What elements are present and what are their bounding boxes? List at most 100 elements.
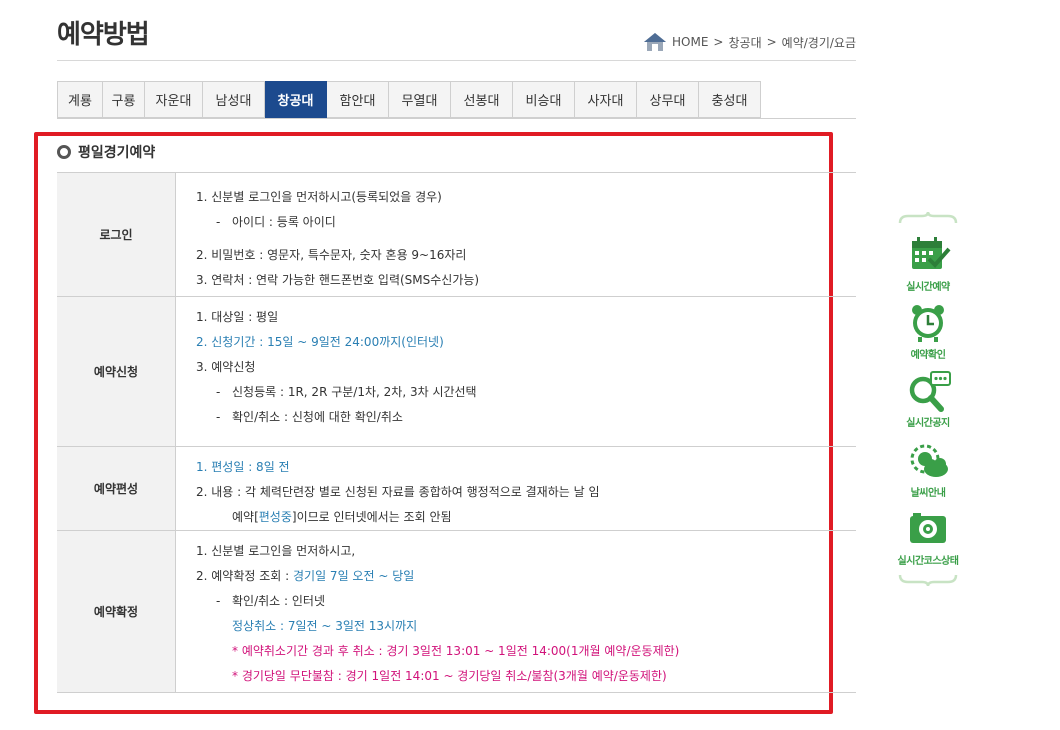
tab-3[interactable]: 자운대 bbox=[145, 81, 203, 118]
content-line: 정상취소 : 7일전 ~ 3일전 13시까지 bbox=[196, 614, 856, 639]
quick-weather-info[interactable]: 날씨안내 bbox=[888, 440, 968, 499]
tab-5[interactable]: 창공대 bbox=[265, 81, 327, 118]
line-text: 1. 대상일 : 평일 bbox=[196, 310, 279, 324]
content-line: 2. 신청기간 : 15일 ~ 9일전 24:00까지(인터넷) bbox=[196, 330, 856, 355]
line-text: 1. 신분별 로그인을 먼저하시고(등록되었을 경우) bbox=[196, 190, 442, 204]
tab-1[interactable]: 계룡 bbox=[57, 81, 103, 118]
dash-marker: - bbox=[216, 410, 221, 424]
content-line: 1. 신분별 로그인을 먼저하시고, bbox=[196, 539, 856, 564]
tab-2[interactable]: 구룡 bbox=[103, 81, 145, 118]
content-line: 3. 예약신청 bbox=[196, 355, 856, 380]
line-highlight: 경기일 7일 오전 ~ 당일 bbox=[293, 569, 415, 583]
quick-menu: 실시간예약 예약확인 실시간공지 날씨안내 실시간코스상태 bbox=[888, 212, 968, 587]
breadcrumb-separator: > bbox=[713, 35, 724, 49]
tab-12[interactable]: 충성대 bbox=[699, 81, 761, 118]
line-text: 확인/취소 : 인터넷 bbox=[232, 594, 325, 608]
row-content: 1. 신분별 로그인을 먼저하시고(등록되었을 경우) - 아이디 : 등록 아이디… bbox=[176, 173, 856, 296]
alarm-clock-icon bbox=[912, 305, 944, 342]
line-text: * 예약취소기간 경과 후 취소 : 경기 3일전 13:01 ~ 1일전 14… bbox=[232, 644, 680, 658]
row-label: 예약확정 bbox=[57, 531, 176, 692]
row-content: 1. 대상일 : 평일 2. 신청기간 : 15일 ~ 9일전 24:00까지(인… bbox=[176, 297, 856, 446]
quick-label: 실시간코스상태 bbox=[897, 556, 959, 567]
home-icon[interactable] bbox=[642, 31, 668, 53]
tab-9[interactable]: 비승대 bbox=[513, 81, 575, 118]
course-tabs: 계룡 구룡 자운대 남성대 창공대 함안대 무열대 선봉대 비승대 사자대 상무대 충성대 bbox=[57, 81, 856, 119]
line-text: 정상취소 : 7일전 ~ 3일전 13시까지 bbox=[232, 619, 418, 633]
content-line: 1. 대상일 : 평일 bbox=[196, 305, 856, 330]
content-line: - 아이디 : 등록 아이디 bbox=[196, 210, 856, 235]
tab-6[interactable]: 함안대 bbox=[327, 81, 389, 118]
breadcrumb-separator: > bbox=[766, 35, 777, 49]
tab-8[interactable]: 선봉대 bbox=[451, 81, 513, 118]
dash-marker: - bbox=[216, 215, 221, 229]
weather-cloud-icon bbox=[910, 444, 948, 477]
breadcrumb-level2: 예약/경기/요금 bbox=[781, 35, 856, 50]
content-line: 1. 신분별 로그인을 먼저하시고(등록되었을 경우) bbox=[196, 185, 856, 210]
table-row: 예약편성 1. 편성일 : 8일 전 2. 내용 : 각 체력단련장 별로 신청된 … bbox=[57, 447, 856, 531]
line-text: 2. 비밀번호 : 영문자, 특수문자, 숫자 혼용 9~16자리 bbox=[196, 248, 467, 262]
line-text: 2. 예약확정 조회 : bbox=[196, 569, 293, 583]
content-line: - 확인/취소 : 인터넷 bbox=[196, 589, 856, 614]
quick-label: 예약확인 bbox=[910, 350, 946, 361]
title-divider bbox=[57, 60, 856, 61]
content-line: - 신청등록 : 1R, 2R 구분/1차, 2차, 3차 시간선택 bbox=[196, 380, 856, 405]
tab-7[interactable]: 무열대 bbox=[389, 81, 451, 118]
table-row: 로그인 1. 신분별 로그인을 먼저하시고(등록되었을 경우) - 아이디 : 등록 … bbox=[57, 173, 856, 297]
camera-icon bbox=[910, 513, 946, 543]
line-text: * 경기당일 무단불참 : 경기 1일전 14:01 ~ 경기당일 취소/불참(… bbox=[232, 669, 667, 683]
content-line: * 경기당일 무단불참 : 경기 1일전 14:01 ~ 경기당일 취소/불참(… bbox=[196, 664, 856, 689]
circle-bullet-icon bbox=[57, 145, 71, 159]
line-text: 2. 내용 : 각 체력단련장 별로 신청된 자료를 종합하여 행정적으로 결재… bbox=[196, 485, 600, 499]
table-row: 예약신청 1. 대상일 : 평일 2. 신청기간 : 15일 ~ 9일전 24:00… bbox=[57, 297, 856, 447]
row-label: 로그인 bbox=[57, 173, 176, 296]
breadcrumb: HOME > 창공대 > 예약/경기/요금 bbox=[620, 28, 856, 56]
tab-11[interactable]: 상무대 bbox=[637, 81, 699, 118]
tab-10[interactable]: 사자대 bbox=[575, 81, 637, 118]
page-title: 예약방법 bbox=[57, 20, 150, 50]
dash-marker: - bbox=[216, 385, 221, 399]
calendar-check-icon bbox=[912, 237, 951, 269]
line-text: 확인/취소 : 신청에 대한 확인/취소 bbox=[232, 410, 403, 424]
content-line: 2. 예약확정 조회 : 경기일 7일 오전 ~ 당일 bbox=[196, 564, 856, 589]
dash-marker: - bbox=[216, 594, 221, 608]
line-highlight: 편성중 bbox=[258, 510, 292, 524]
row-label: 예약신청 bbox=[57, 297, 176, 446]
line-text: 예약[ bbox=[232, 510, 259, 524]
row-label: 예약편성 bbox=[57, 447, 176, 530]
content-line: 예약[편성중]이므로 인터넷에서는 조회 안됨 bbox=[196, 505, 856, 530]
breadcrumb-level1[interactable]: 창공대 bbox=[728, 34, 761, 51]
bracket-top-icon bbox=[898, 212, 958, 224]
content-line: 3. 연락처 : 연락 가능한 핸드폰번호 입력(SMS수신가능) bbox=[196, 268, 856, 293]
bracket-bottom-icon bbox=[898, 574, 958, 586]
quick-label: 실시간예약 bbox=[906, 282, 950, 293]
quick-label: 실시간공지 bbox=[906, 418, 950, 429]
line-text: 아이디 : 등록 아이디 bbox=[232, 215, 336, 229]
content-line: 1. 편성일 : 8일 전 bbox=[196, 455, 856, 480]
line-text: 1. 신분별 로그인을 먼저하시고, bbox=[196, 544, 356, 558]
section-title-text: 평일경기예약 bbox=[78, 145, 156, 161]
content-line: 2. 비밀번호 : 영문자, 특수문자, 숫자 혼용 9~16자리 bbox=[196, 243, 856, 268]
quick-realtime-reservation[interactable]: 실시간예약 bbox=[888, 234, 968, 293]
line-text: ]이므로 인터넷에서는 조회 안됨 bbox=[291, 510, 452, 524]
line-text: 3. 연락처 : 연락 가능한 핸드폰번호 입력(SMS수신가능) bbox=[196, 273, 480, 287]
quick-realtime-course-status[interactable]: 실시간코스상태 bbox=[888, 508, 968, 567]
reservation-info-table: 로그인 1. 신분별 로그인을 먼저하시고(등록되었을 경우) - 아이디 : 등록 … bbox=[57, 172, 856, 693]
line-text: 3. 예약신청 bbox=[196, 360, 256, 374]
content-line: 2. 내용 : 각 체력단련장 별로 신청된 자료를 종합하여 행정적으로 결재… bbox=[196, 480, 856, 505]
row-content: 1. 편성일 : 8일 전 2. 내용 : 각 체력단련장 별로 신청된 자료를 … bbox=[176, 447, 856, 530]
quick-reservation-check[interactable]: 예약확인 bbox=[888, 302, 968, 361]
content-line: * 예약취소기간 경과 후 취소 : 경기 3일전 13:01 ~ 1일전 14… bbox=[196, 639, 856, 664]
table-row: 예약확정 1. 신분별 로그인을 먼저하시고, 2. 예약확정 조회 : 경기일 7… bbox=[57, 531, 856, 693]
tabs-underline bbox=[57, 118, 856, 119]
line-text: 2. 신청기간 : 15일 ~ 9일전 24:00까지(인터넷) bbox=[196, 335, 444, 349]
line-text: 신청등록 : 1R, 2R 구분/1차, 2차, 3차 시간선택 bbox=[232, 385, 477, 399]
section-title: 평일경기예약 bbox=[57, 142, 155, 162]
row-content: 1. 신분별 로그인을 먼저하시고, 2. 예약확정 조회 : 경기일 7일 오전… bbox=[176, 531, 856, 692]
content-line: - 확인/취소 : 신청에 대한 확인/취소 bbox=[196, 405, 856, 430]
line-text: 1. 편성일 : 8일 전 bbox=[196, 460, 290, 474]
tab-4[interactable]: 남성대 bbox=[203, 81, 265, 118]
breadcrumb-home[interactable]: HOME bbox=[672, 35, 708, 49]
quick-label: 날씨안내 bbox=[910, 488, 946, 499]
search-chat-icon bbox=[909, 371, 951, 412]
quick-realtime-notice[interactable]: 실시간공지 bbox=[888, 370, 968, 429]
